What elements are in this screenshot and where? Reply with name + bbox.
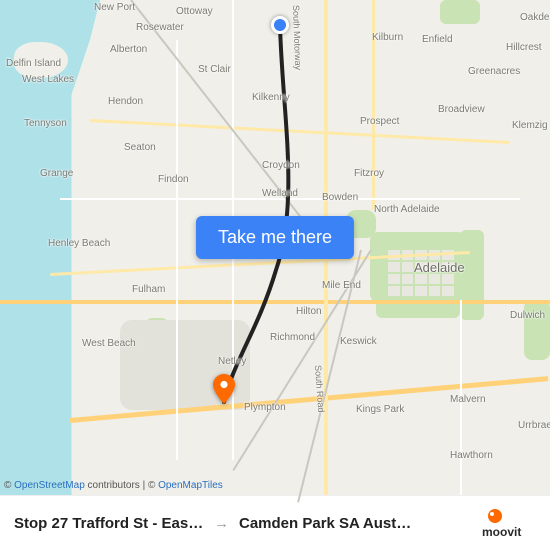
route-footer: Stop 27 Trafford St - East… → Camden Par… [0,495,550,550]
place-label: Greenacres [468,66,520,77]
place-label: Tennyson [24,118,67,129]
place-label: Kings Park [356,404,404,415]
park-area [460,230,484,320]
minor-road [176,40,178,460]
moovit-logo[interactable]: moovit [482,506,536,540]
place-label: West Beach [82,338,136,349]
from-location[interactable]: Stop 27 Trafford St - East… [14,515,204,532]
map-canvas[interactable]: New Port Ottoway Rosewater Alberton Delf… [0,0,550,495]
take-me-there-button[interactable]: Take me there [196,216,354,259]
place-label: Seaton [124,142,156,153]
place-label: Klemzig [512,120,548,131]
place-label: Grange [40,168,73,179]
place-label: Welland [262,188,298,199]
place-label: Rosewater [136,22,184,33]
major-road [0,300,550,304]
arrow-right-icon: → [214,515,229,532]
place-label: Netley [218,356,246,367]
attrib-mid: contributors | © [85,480,158,491]
place-label: Adelaide [414,260,465,275]
place-label: Keswick [340,336,377,347]
svg-text:moovit: moovit [482,525,521,539]
place-label: Broadview [438,104,485,115]
place-label: North Adelaide [374,204,440,215]
place-label: Croydon [262,160,300,171]
place-label: Dulwich [510,310,545,321]
place-label: Plympton [244,402,286,413]
place-label: Oakden [520,12,550,23]
place-label: Hendon [108,96,143,107]
route-breadcrumb: Stop 27 Trafford St - East… → Camden Par… [14,515,411,532]
place-label: Delfin Island [6,58,61,69]
park-area [524,300,550,360]
place-label: Alberton [110,44,147,55]
attrib-prefix: © [4,480,14,491]
place-label: Urrbrae [518,420,550,431]
openmaptiles-link[interactable]: OpenMapTiles [158,480,223,491]
place-label: Enfield [422,34,453,45]
place-label: St Clair [198,64,231,75]
place-label: Fulham [132,284,165,295]
place-label: Henley Beach [48,238,110,249]
place-label: Bowden [322,192,358,203]
place-label: Prospect [360,116,399,127]
road [90,119,510,144]
road-label: South Motorway [291,5,303,70]
place-label: Findon [158,174,189,185]
origin-pin-icon[interactable] [271,16,289,34]
place-label: Mile End [322,280,361,291]
destination-pin-icon[interactable] [213,374,235,404]
place-label: West Lakes [22,74,74,85]
place-label: Kilburn [372,32,403,43]
place-label: Malvern [450,394,486,405]
place-label: Kilkenny [252,92,290,103]
park-area [440,0,480,24]
place-label: Hillcrest [506,42,542,53]
place-label: New Port [94,2,135,13]
map-attribution: © OpenStreetMap contributors | © OpenMap… [4,480,223,491]
osm-link[interactable]: OpenStreetMap [14,480,85,491]
place-label: Richmond [270,332,315,343]
place-label: Hawthorn [450,450,493,461]
place-label: Ottoway [176,6,213,17]
to-location[interactable]: Camden Park SA Aust… [239,515,411,532]
place-label: Hilton [296,306,322,317]
place-label: Fitzroy [354,168,384,179]
